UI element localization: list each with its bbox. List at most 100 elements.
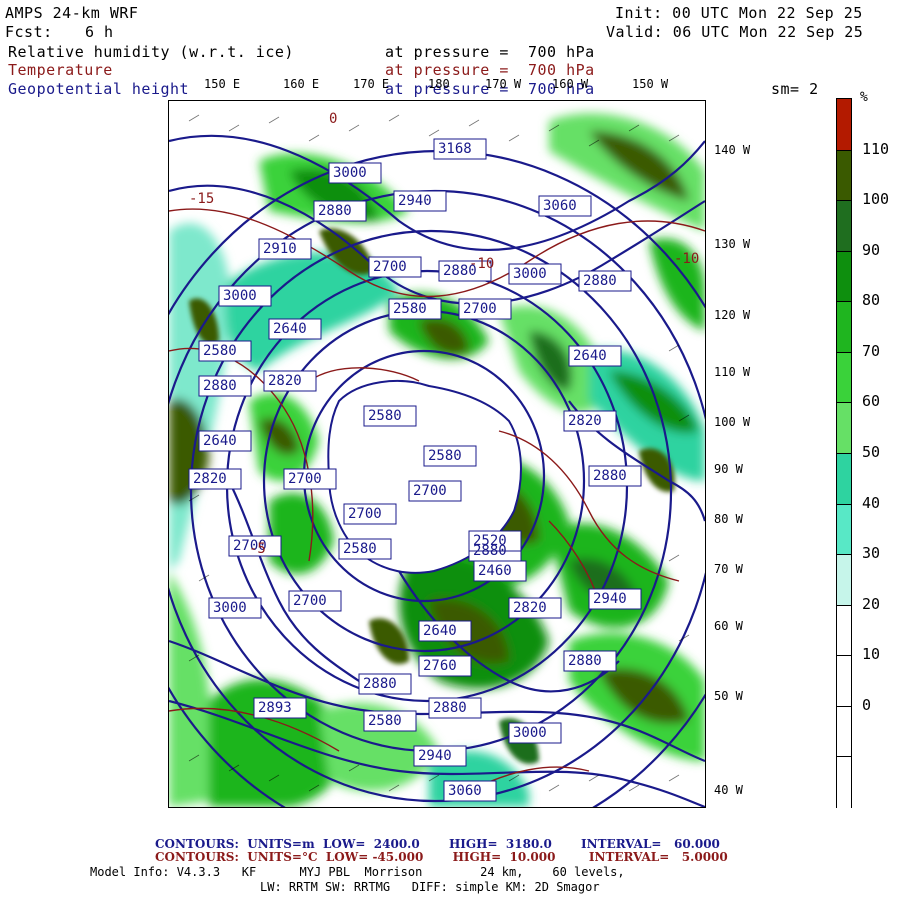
colorbar-segment [837, 200, 851, 253]
colorbar-segment [837, 453, 851, 506]
height-contour-label: 2640 [273, 321, 307, 337]
height-contour-label: 2580 [428, 448, 462, 464]
init-time: Init: 00 UTC Mon 22 Sep 25 [615, 4, 863, 22]
field-rh-name: Relative humidity (w.r.t. ice) [8, 43, 294, 61]
temp-contour-label: -5 [249, 541, 266, 557]
lon-label-160e: 160 E [283, 77, 320, 91]
field-temp-name: Temperature [8, 61, 113, 79]
height-contour-label: 2580 [343, 541, 377, 557]
lon-label-150w: 150 W [632, 77, 669, 91]
height-contour-label: 2580 [368, 713, 402, 729]
height-contour-label: 2640 [423, 623, 457, 639]
side-label-40w: 40 W [714, 783, 743, 797]
side-label-110w: 110 W [714, 365, 751, 379]
forecast-label: Fcst: [5, 23, 53, 41]
colorbar-segment [837, 554, 851, 607]
colorbar-label: 0 [862, 695, 872, 714]
height-contour-label: 2700 [373, 259, 407, 275]
temp-contour-label: -10 [469, 256, 495, 272]
footer-temp-contours: CONTOURS: UNITS=°C LOW= -45.000 HIGH= 10… [155, 850, 728, 864]
temp-contour-label: 0 [329, 111, 338, 127]
height-contour-label: 3000 [513, 266, 547, 282]
colorbar-label: 70 [862, 341, 881, 360]
map-panel: 3168 3000 2880 2940 3060 2910 3000 2700 2880 3000… [168, 100, 706, 808]
colorbar-segment [837, 402, 851, 455]
height-contour-label: 2460 [478, 563, 512, 579]
colorbar-segment [837, 705, 851, 758]
side-label-130w: 130 W [714, 237, 751, 251]
colorbar-label: 30 [862, 544, 881, 563]
field-temp-level: at pressure = 700 hPa [385, 61, 595, 79]
height-contour-label: 2880 [318, 203, 352, 219]
colorbar-segment [837, 301, 851, 354]
colorbar-segment [837, 756, 851, 809]
side-label-80w: 80 W [714, 512, 743, 526]
height-contour-label: 2700 [348, 506, 382, 522]
side-label-50w: 50 W [714, 689, 743, 703]
height-contour-label: 2880 [583, 273, 617, 289]
height-contour-label: 2820 [268, 373, 302, 389]
colorbar-label: 50 [862, 443, 881, 461]
height-contour-label: 2580 [203, 343, 237, 359]
field-height-name: Geopotential height [8, 80, 190, 98]
height-contour-label: 2893 [258, 700, 292, 716]
height-contour-label: 2940 [418, 748, 452, 764]
height-contour-label: 2880 [203, 378, 237, 394]
colorbar-segment [837, 149, 851, 202]
lon-label-170e: 170 E [353, 77, 390, 91]
height-contour-label: 2580 [393, 301, 427, 317]
lon-label-160w: 160 W [552, 77, 589, 91]
footer-physics: LW: RRTM SW: RRTMG DIFF: simple KM: 2D S… [260, 880, 600, 894]
height-contour-label: 2760 [423, 658, 457, 674]
colorbar-segment [837, 604, 851, 657]
height-contour-label: 2520 [473, 533, 507, 549]
colorbar-label: 40 [862, 493, 881, 512]
colorbar-label: 20 [862, 594, 881, 613]
height-contour-label: 3000 [333, 165, 367, 181]
height-contour-label: 2640 [203, 433, 237, 449]
height-contour-label: 2700 [288, 471, 322, 487]
colorbar-segment [837, 250, 851, 303]
colorbar [836, 98, 852, 809]
footer-model-info: Model Info: V4.3.3 KF MYJ PBL Morrison 2… [90, 865, 625, 879]
colorbar-segment [837, 351, 851, 404]
colorbar-label: 90 [862, 240, 881, 259]
height-contour-label: 2700 [413, 483, 447, 499]
colorbar-label: 60 [862, 392, 881, 411]
side-label-90w: 90 W [714, 462, 743, 476]
height-contour-label: 3000 [513, 725, 547, 741]
colorbar-unit: % [860, 90, 869, 105]
height-contour-label: 2820 [193, 471, 227, 487]
height-contour-label: 2700 [293, 593, 327, 609]
valid-time: Valid: 06 UTC Mon 22 Sep 25 [606, 23, 864, 41]
height-contour-label: 3060 [448, 783, 482, 799]
colorbar-segment [837, 503, 851, 556]
side-label-60w: 60 W [714, 619, 743, 633]
temp-contour-label: -15 [189, 191, 215, 207]
height-contour-label: 2820 [568, 413, 602, 429]
colorbar-segment [837, 99, 851, 151]
height-contour-label: 3168 [438, 141, 472, 157]
lon-label-150e: 150 E [204, 77, 241, 91]
side-label-100w: 100 W [714, 415, 751, 429]
field-rh-level: at pressure = 700 hPa [385, 43, 595, 61]
side-label-70w: 70 W [714, 562, 743, 576]
lon-label-170w: 170 W [485, 77, 522, 91]
height-contour-label: 2940 [593, 591, 627, 607]
height-contour-label: 2820 [513, 600, 547, 616]
height-contour-label: 2640 [573, 348, 607, 364]
height-contour-label: 2700 [463, 301, 497, 317]
height-contour-label: 3000 [213, 600, 247, 616]
height-contour-label: 2910 [263, 241, 297, 257]
height-contour-label: 3000 [223, 288, 257, 304]
temp-contour-label: -10 [674, 251, 700, 267]
colorbar-label: 80 [862, 291, 881, 310]
side-label-140w: 140 W [714, 143, 751, 157]
smoothing-label: sm= 2 [771, 80, 819, 98]
height-contour-label: 2580 [368, 408, 402, 424]
height-contour-label: 2880 [433, 700, 467, 716]
colorbar-label: 10 [862, 645, 881, 664]
colorbar-segment [837, 655, 851, 708]
lon-label-180: 180 [428, 77, 450, 91]
height-contour-label: 2880 [363, 676, 397, 692]
